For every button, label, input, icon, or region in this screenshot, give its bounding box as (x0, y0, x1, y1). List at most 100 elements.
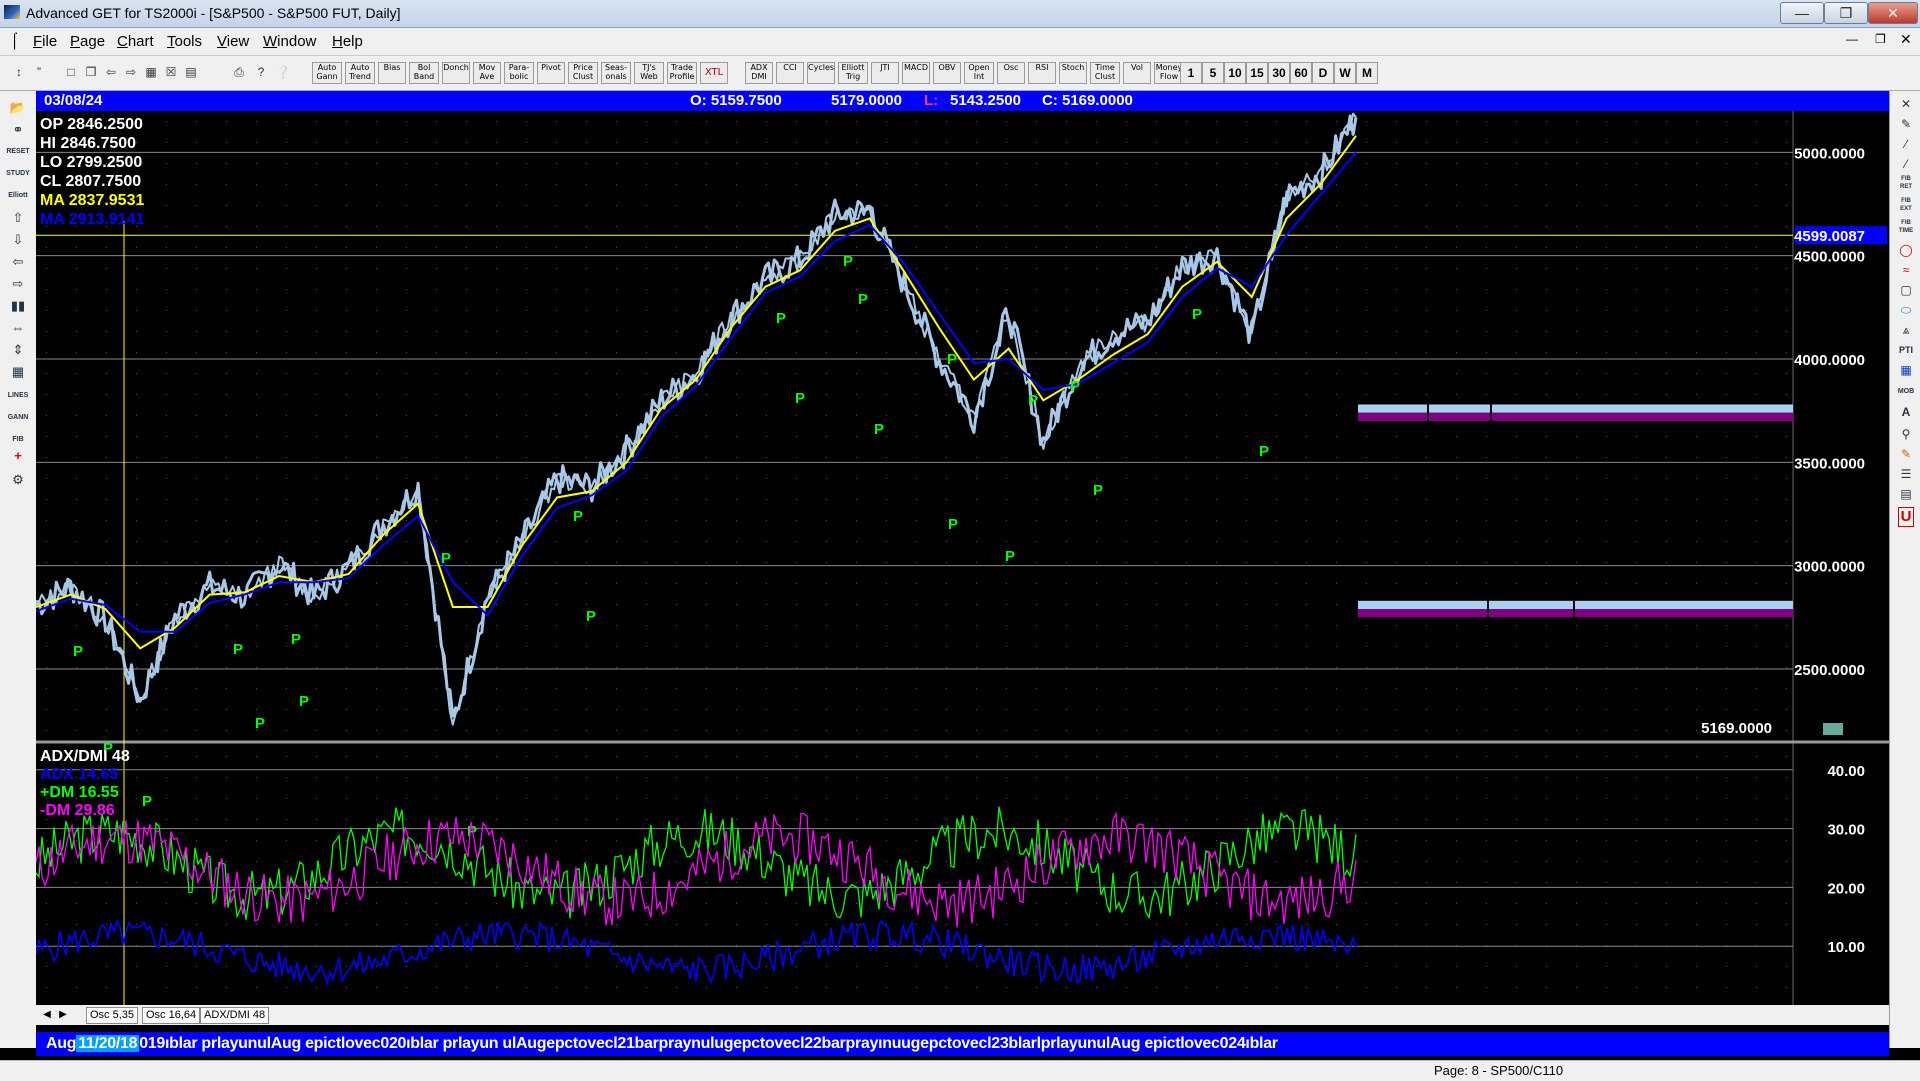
study-button-stoch[interactable]: Stoch (1059, 62, 1087, 84)
period-button-1[interactable]: 1 (1180, 62, 1202, 84)
period-button-w[interactable]: W (1334, 62, 1356, 84)
gann-fan-icon[interactable]: ⩓ (1895, 321, 1917, 339)
quote-icon[interactable]: ” (30, 62, 48, 82)
menu-chart[interactable]: Chart (117, 33, 154, 50)
grid-tool-icon[interactable]: ▦ (1895, 361, 1917, 379)
fib-time-icon[interactable]: FIB TIME (1895, 219, 1917, 237)
context-help-icon[interactable]: ❔ (274, 62, 292, 82)
study-button-bias[interactable]: Bias (378, 62, 406, 84)
ellipse-icon[interactable]: ⬭ (1895, 301, 1917, 319)
elliott-icon[interactable]: Elliott (5, 187, 31, 205)
mdi-minimize-icon[interactable]: — (1846, 32, 1858, 46)
lines-icon[interactable]: LINES (5, 387, 31, 405)
study-button-trade-profile[interactable]: Trade Profile (667, 62, 697, 84)
menu-file[interactable]: File (33, 33, 57, 50)
undo-icon[interactable]: U (1898, 507, 1914, 527)
study-button-elliott-trig[interactable]: Elliott Trig (838, 62, 868, 84)
print-icon[interactable]: ⎙ (230, 62, 248, 82)
minimize-button[interactable]: — (1780, 2, 1824, 24)
study-button-cycles[interactable]: Cycles (807, 62, 835, 84)
grid-icon[interactable]: ▦ (142, 62, 160, 82)
mdi-restore-icon[interactable]: ❐ (1875, 32, 1886, 46)
text-icon[interactable]: A (1895, 403, 1917, 421)
study-button-osc[interactable]: Osc (997, 62, 1025, 84)
study-button-vol[interactable]: Vol (1123, 62, 1151, 84)
study-button-donch[interactable]: Donch (442, 62, 470, 84)
study-button-open-int[interactable]: Open Int (964, 62, 994, 84)
gann-icon[interactable]: GANN (5, 409, 31, 427)
study-button-jti[interactable]: JTI (871, 62, 899, 84)
bicycle-icon[interactable]: ⚭ (5, 121, 31, 139)
study-button-auto-trend[interactable]: Auto Trend (345, 62, 375, 84)
mdi-close-icon[interactable]: ✕ (1900, 31, 1912, 48)
date-axis-bar[interactable]: Aug 11/20/18 019ıblar prlayunulAug epictlo… (36, 1032, 1889, 1056)
period-button-30[interactable]: 30 (1268, 62, 1290, 84)
new-page-icon[interactable]: □ (62, 62, 80, 82)
period-button-5[interactable]: 5 (1202, 62, 1224, 84)
study-button-auto-gann[interactable]: Auto Gann (312, 62, 342, 84)
tab-next-icon[interactable]: ▶ (56, 1007, 70, 1022)
folder-icon[interactable]: 📂 (5, 99, 31, 117)
expand-icon[interactable]: ⇔ (5, 319, 31, 337)
trend-line-icon[interactable]: ∕ (1895, 135, 1917, 153)
reset-icon[interactable]: RESET (5, 143, 31, 161)
close-tool-icon[interactable]: ✕ (1895, 95, 1917, 113)
study-button-adx-dmi[interactable]: ADX DMI (745, 62, 773, 84)
study-button-para-bolic[interactable]: Para-bolic (504, 62, 534, 84)
right-arrow-icon[interactable]: ⇨ (5, 275, 31, 293)
maximize-button[interactable]: ❐ (1824, 2, 1868, 24)
study-button-obv[interactable]: OBV (933, 62, 961, 84)
eraser-icon[interactable]: ✎ (1895, 445, 1917, 463)
tab-osc-16-64[interactable]: Osc 16,64 (142, 1007, 201, 1024)
zoom-icon[interactable]: ⚲ (1895, 425, 1917, 443)
box-icon[interactable]: ▢ (1895, 281, 1917, 299)
settings-icon[interactable]: ⚙ (5, 471, 31, 489)
fib-ext-icon[interactable]: FIB EXT (1895, 197, 1917, 215)
circle-icon[interactable]: ◯ (1895, 241, 1917, 259)
table-icon[interactable]: ▤ (182, 62, 200, 82)
study-button-seas-onals[interactable]: Seas-onals (601, 62, 631, 84)
study-button-macd[interactable]: MACD (902, 62, 930, 84)
fan-icon[interactable]: ≈ (1895, 261, 1917, 279)
study-button-price-clust[interactable]: Price Clust (568, 62, 598, 84)
pencil-icon[interactable]: ✎ (1895, 115, 1917, 133)
menu-tools[interactable]: Tools (167, 33, 202, 50)
tab-osc-5-35[interactable]: Osc 5,35 (86, 1007, 139, 1024)
delete-icon[interactable]: ☒ (162, 62, 180, 82)
channel-icon[interactable]: ⁄ (1895, 155, 1917, 173)
menu-page[interactable]: Page (70, 33, 105, 50)
copy-icon[interactable]: ❐ (82, 62, 100, 82)
study-button-rsi[interactable]: RSI (1028, 62, 1056, 84)
tab-prev-icon[interactable]: ◀ (40, 1007, 54, 1022)
price-chart[interactable]: 5000.00004500.00004000.00003500.00003000… (36, 111, 1889, 1040)
crosshair-icon[interactable]: + (5, 447, 31, 465)
menu-view[interactable]: View (217, 33, 249, 50)
up-arrow-icon[interactable]: ⇧ (5, 209, 31, 227)
back-icon[interactable]: ⇦ (102, 62, 120, 82)
study-icon[interactable]: STUDY (5, 165, 31, 183)
menu-window[interactable]: Window (263, 33, 316, 50)
arrow-icon[interactable]: ↕ (10, 62, 28, 82)
period-button-60[interactable]: 60 (1290, 62, 1312, 84)
fib-ret-icon[interactable]: FIB RET (1895, 175, 1917, 193)
tab-adx-dmi[interactable]: ADX/DMI 48 (200, 1007, 270, 1024)
study-button-pivot[interactable]: Pivot (537, 62, 565, 84)
compress-icon[interactable]: ⇕ (5, 341, 31, 359)
pti-icon[interactable]: PTI (1895, 341, 1917, 359)
study-button-time-clust[interactable]: Time Clust (1090, 62, 1120, 84)
levels-icon[interactable]: ☰ (1895, 465, 1917, 483)
left-arrow-icon[interactable]: ⇦ (5, 253, 31, 271)
period-button-10[interactable]: 10 (1224, 62, 1246, 84)
period-button-m[interactable]: M (1356, 62, 1378, 84)
grid-icon[interactable]: ▦ (5, 363, 31, 381)
forward-icon[interactable]: ⇨ (122, 62, 140, 82)
study-button-bol-band[interactable]: Bol Band (409, 62, 439, 84)
period-button-15[interactable]: 15 (1246, 62, 1268, 84)
study-button-mov-ave[interactable]: Mov Ave (473, 62, 501, 84)
study-button-xtl[interactable]: XTL (700, 62, 728, 84)
menu-help[interactable]: Help (332, 33, 363, 50)
mob-icon[interactable]: MOB (1895, 383, 1917, 401)
bars-icon[interactable]: ▮▮ (5, 297, 31, 315)
close-button[interactable]: ✕ (1868, 2, 1918, 24)
period-button-d[interactable]: D (1312, 62, 1334, 84)
